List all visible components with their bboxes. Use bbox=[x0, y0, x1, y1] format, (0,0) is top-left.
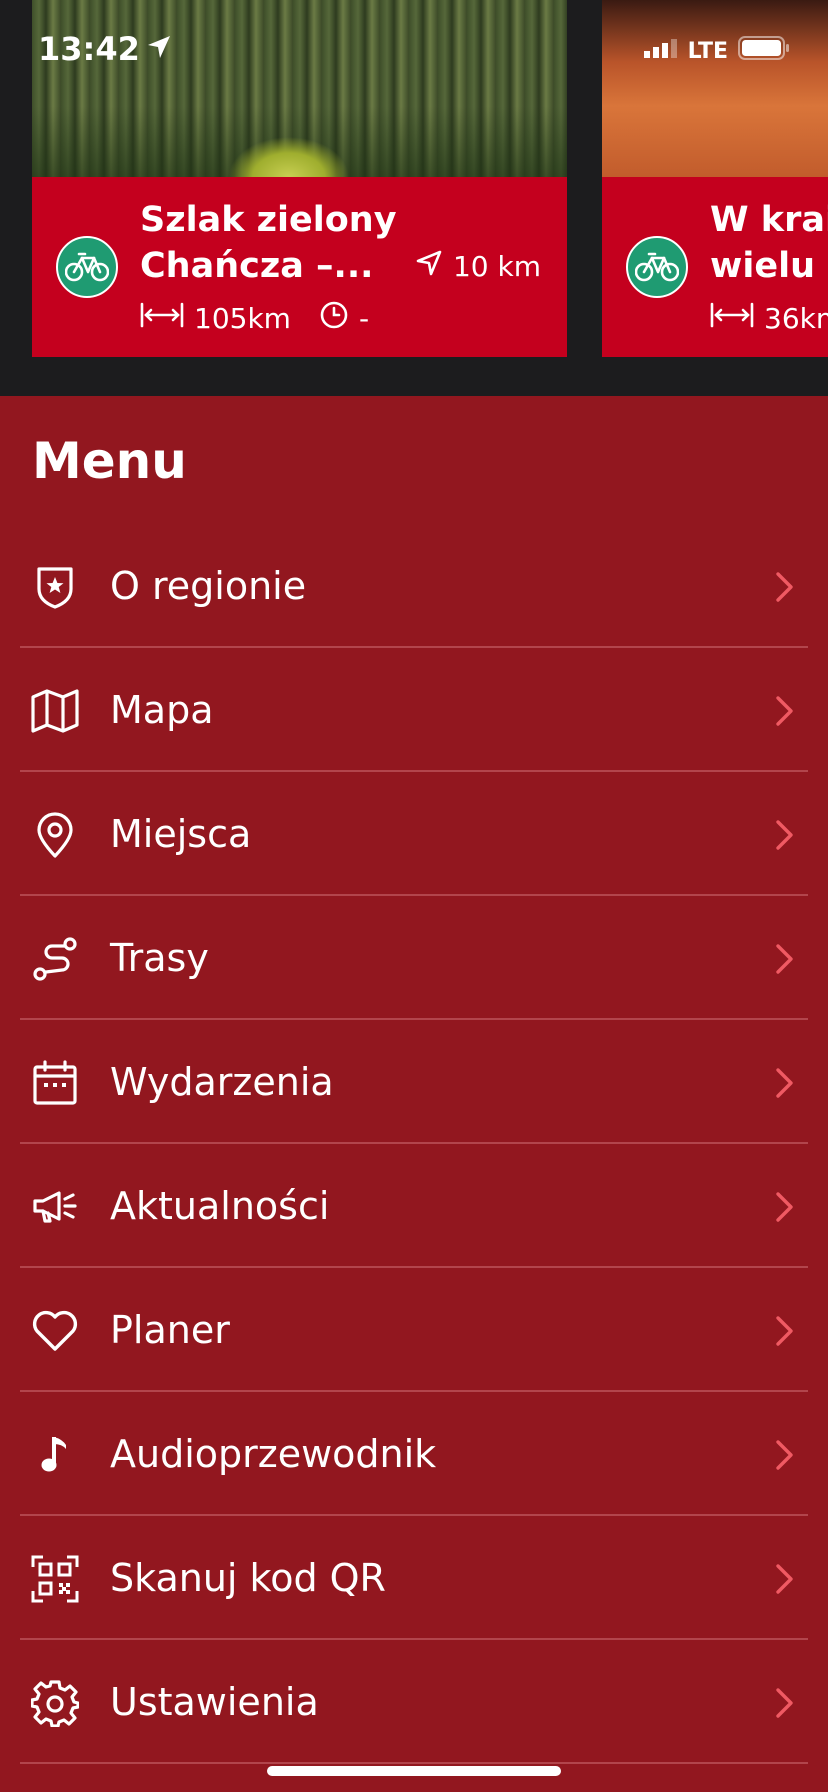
chevron-right-icon bbox=[776, 944, 793, 974]
menu-item-miejsca[interactable]: Miejsca bbox=[0, 772, 828, 896]
route-title: W krai wielu k bbox=[710, 197, 828, 289]
bike-icon bbox=[626, 236, 688, 298]
menu-item-label: Planer bbox=[110, 1308, 230, 1352]
map-icon bbox=[30, 686, 80, 736]
menu-item-wydarzenia[interactable]: Wydarzenia bbox=[0, 1020, 828, 1144]
chevron-right-icon bbox=[776, 1068, 793, 1098]
menu-item-label: Audioprzewodnik bbox=[110, 1432, 437, 1476]
route-distance: 10 km bbox=[415, 249, 541, 284]
menu-item-aktualnosci[interactable]: Aktualności bbox=[0, 1144, 828, 1268]
menu-item-label: Mapa bbox=[110, 688, 214, 732]
menu-item-label: Ustawienia bbox=[110, 1680, 319, 1724]
menu-item-label: Wydarzenia bbox=[110, 1060, 334, 1104]
route-title-line-1: W krai bbox=[710, 200, 828, 240]
chevron-right-icon bbox=[776, 572, 793, 602]
route-card-info: Szlak zielony Chańcza –... 10 km 105km - bbox=[32, 177, 567, 357]
route-photo bbox=[32, 0, 567, 177]
gear-icon bbox=[30, 1678, 80, 1728]
clock-icon bbox=[319, 300, 349, 337]
chevron-right-icon bbox=[776, 1564, 793, 1594]
divider bbox=[20, 1762, 808, 1764]
calendar-icon bbox=[30, 1058, 80, 1108]
megaphone-icon bbox=[30, 1182, 80, 1232]
route-length-icon bbox=[140, 302, 184, 335]
route-duration-value: - bbox=[358, 301, 370, 335]
route-card-info: W krai wielu k 36km bbox=[602, 177, 828, 357]
menu-item-ustawienia[interactable]: Ustawienia bbox=[0, 1640, 828, 1764]
menu-item-label: Skanuj kod QR bbox=[110, 1556, 386, 1600]
menu-item-audioprzewodnik[interactable]: Audioprzewodnik bbox=[0, 1392, 828, 1516]
route-icon bbox=[30, 934, 80, 984]
chevron-right-icon bbox=[776, 696, 793, 726]
route-card[interactable]: W krai wielu k 36km bbox=[602, 0, 828, 357]
route-length-value: 36km bbox=[764, 301, 828, 335]
route-length-value: 105km bbox=[194, 301, 291, 335]
location-pin-icon bbox=[30, 810, 80, 860]
route-meta: 36km bbox=[710, 301, 828, 335]
route-title-line-2: Chańcza –... bbox=[140, 246, 374, 286]
chevron-right-icon bbox=[776, 1688, 793, 1718]
chevron-right-icon bbox=[776, 1440, 793, 1470]
chevron-right-icon bbox=[776, 820, 793, 850]
heart-icon bbox=[30, 1306, 80, 1356]
route-title: Szlak zielony Chańcza –... bbox=[140, 197, 410, 289]
menu-panel: Menu O regionie Mapa Miejsca Trasy Wydar… bbox=[0, 396, 828, 1792]
menu-item-o-regionie[interactable]: O regionie bbox=[0, 524, 828, 648]
menu-list: O regionie Mapa Miejsca Trasy Wydarzenia… bbox=[0, 524, 828, 1764]
navigation-arrow-icon bbox=[415, 249, 443, 284]
chevron-right-icon bbox=[776, 1192, 793, 1222]
route-card[interactable]: Szlak zielony Chańcza –... 10 km 105km - bbox=[32, 0, 567, 357]
menu-item-skanuj-kod-qr[interactable]: Skanuj kod QR bbox=[0, 1516, 828, 1640]
route-meta: 105km - bbox=[140, 301, 369, 335]
menu-item-label: Miejsca bbox=[110, 812, 252, 856]
route-title-line-2: wielu k bbox=[710, 246, 828, 286]
route-carousel[interactable]: Szlak zielony Chańcza –... 10 km 105km -… bbox=[0, 0, 828, 396]
menu-item-label: O regionie bbox=[110, 564, 307, 608]
route-title-line-1: Szlak zielony bbox=[140, 200, 397, 240]
menu-item-planer[interactable]: Planer bbox=[0, 1268, 828, 1392]
route-length-icon bbox=[710, 302, 754, 335]
route-distance-value: 10 km bbox=[452, 250, 541, 283]
shield-star-icon bbox=[30, 562, 80, 612]
route-photo bbox=[602, 0, 828, 177]
menu-item-label: Trasy bbox=[110, 936, 209, 980]
music-note-icon bbox=[30, 1430, 80, 1480]
menu-item-mapa[interactable]: Mapa bbox=[0, 648, 828, 772]
menu-item-trasy[interactable]: Trasy bbox=[0, 896, 828, 1020]
chevron-right-icon bbox=[776, 1316, 793, 1346]
home-indicator[interactable] bbox=[267, 1766, 561, 1776]
menu-title: Menu bbox=[32, 432, 187, 490]
bike-icon bbox=[56, 236, 118, 298]
qr-code-icon bbox=[30, 1554, 80, 1604]
menu-item-label: Aktualności bbox=[110, 1184, 330, 1228]
